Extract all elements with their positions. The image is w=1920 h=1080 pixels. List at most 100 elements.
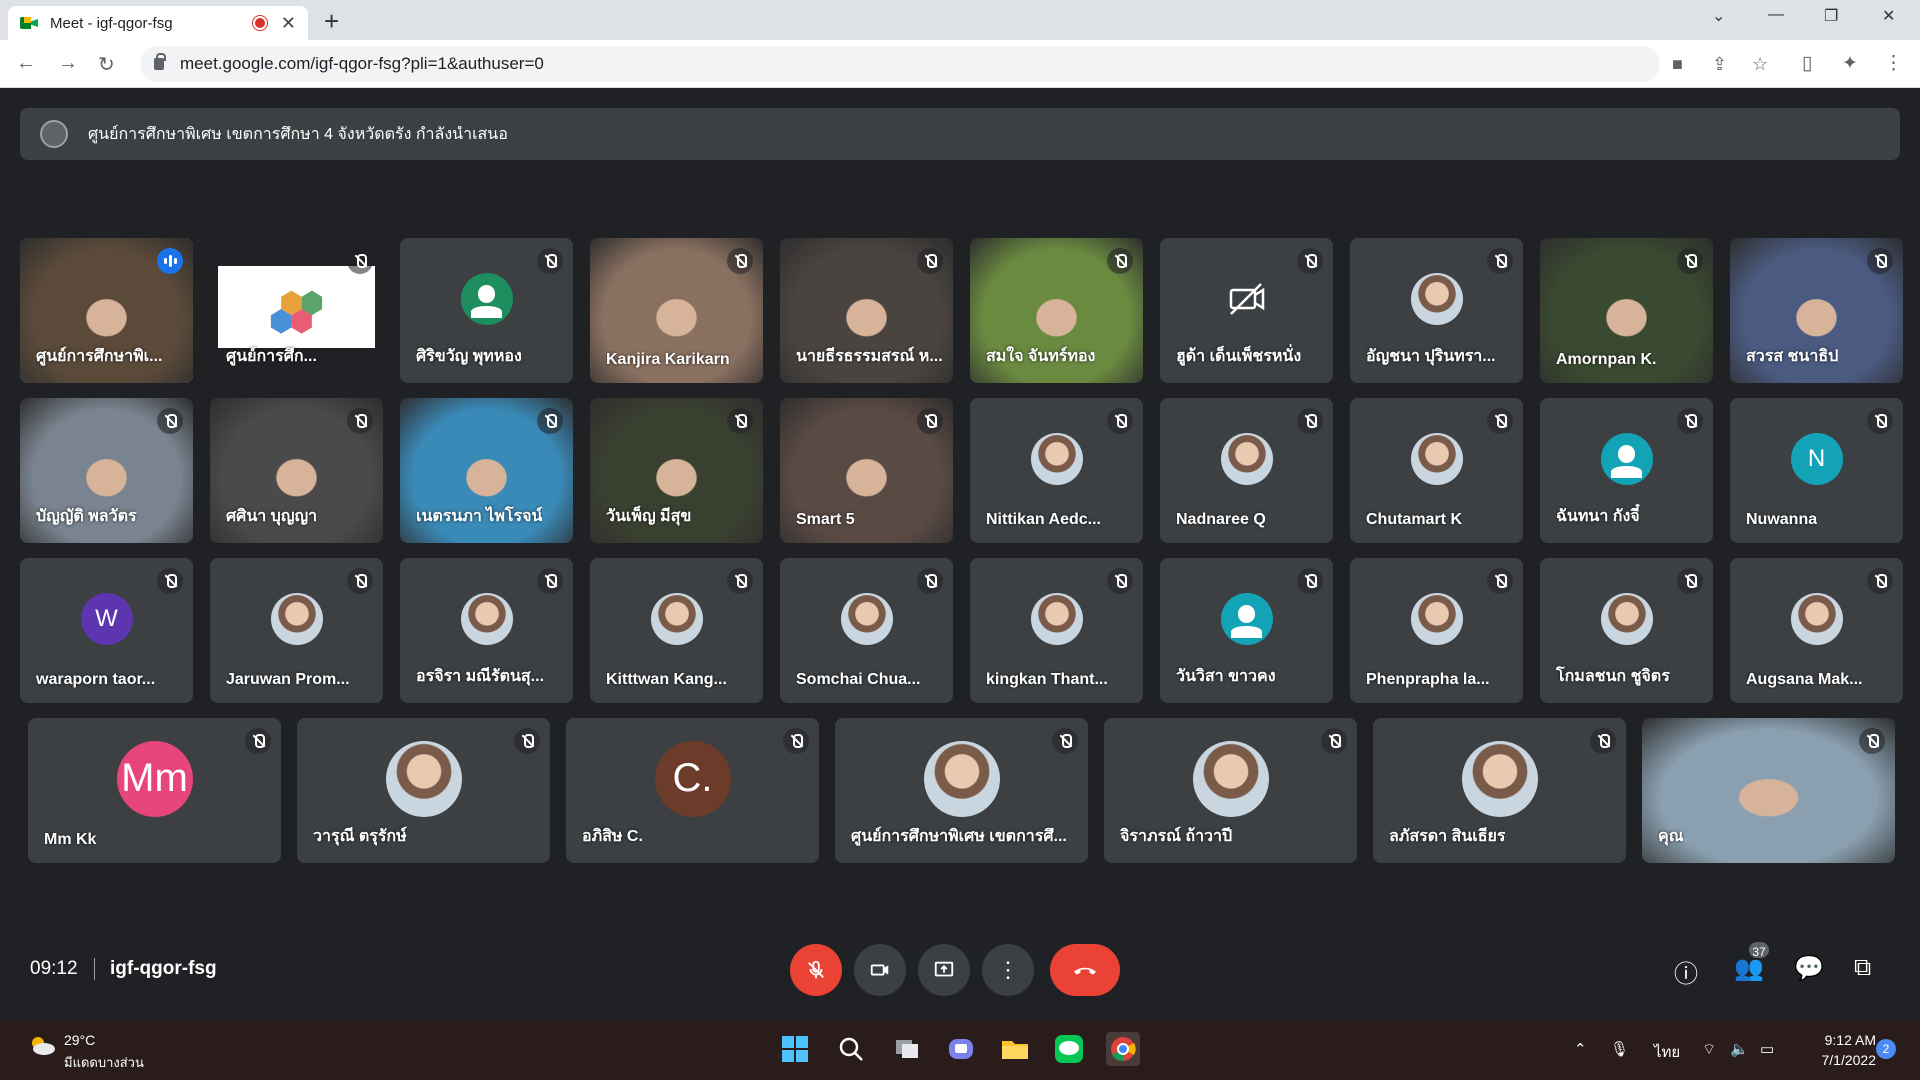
participant-tile[interactable]: ศูนย์การศึกษาพิเศษ เขตการศึ... — [835, 718, 1088, 863]
participant-tile[interactable]: Smart 5 — [780, 398, 953, 543]
mic-muted-icon — [347, 248, 373, 274]
participant-name: Nittikan Aedc... — [986, 511, 1101, 528]
participant-name: Jaruwan Prom... — [226, 671, 350, 688]
camera-icon[interactable]: ■ — [1672, 54, 1683, 75]
teams-chat-icon[interactable] — [944, 1032, 978, 1066]
leave-call-button[interactable] — [1050, 944, 1120, 996]
participant-tile[interactable]: ศูนย์การศึก... — [210, 238, 383, 383]
participant-tile[interactable]: Mm Mm Kk — [28, 718, 281, 863]
search-icon[interactable] — [834, 1032, 868, 1066]
close-window-button[interactable]: ✕ — [1882, 6, 1895, 26]
participant-tile[interactable]: คุณ — [1642, 718, 1895, 863]
participant-tile[interactable]: ศิริขวัญ พุทหอง — [400, 238, 573, 383]
camera-toggle-button[interactable] — [854, 944, 906, 996]
avatar — [1790, 592, 1843, 645]
input-language[interactable]: ไทย — [1654, 1040, 1680, 1064]
new-tab-button[interactable]: + — [324, 6, 339, 37]
lock-icon[interactable] — [154, 53, 166, 70]
partly-sunny-icon — [32, 1037, 55, 1055]
mic-muted-icon — [1859, 728, 1885, 754]
system-time[interactable]: 9:12 AM — [1806, 1032, 1876, 1048]
participant-tile[interactable]: Somchai Chua... — [780, 558, 953, 703]
wifi-icon[interactable]: ⌔ — [1702, 1040, 1716, 1059]
avatar — [1410, 272, 1463, 325]
participant-name: ลภัสรดา สินเธียร — [1389, 828, 1506, 845]
participant-name: Chutamart K — [1366, 511, 1463, 528]
participant-tile[interactable]: วารุณี ตรุรักษ์ — [297, 718, 550, 863]
maximize-button[interactable]: ❐ — [1824, 6, 1838, 26]
minimize-button[interactable]: — — [1768, 6, 1784, 24]
task-view-icon[interactable] — [890, 1032, 924, 1066]
participant-tile[interactable]: Wwaraporn taor... — [20, 558, 193, 703]
participant-tile[interactable]: Phenprapha la... — [1350, 558, 1523, 703]
windows-taskbar: 29°C มีแดดบางส่วน ⌃ 🎙 ไทย ⌔ 🔈 ▭ 9:12 AM … — [0, 1020, 1920, 1080]
participant-tile[interactable]: สวรส ชนาธิป — [1730, 238, 1903, 383]
volume-icon[interactable]: 🔈 — [1730, 1040, 1749, 1058]
participant-tile[interactable]: สมใจ จันทร์ทอง — [970, 238, 1143, 383]
avatar — [1030, 432, 1083, 485]
browser-tab[interactable]: Meet - igf-qgor-fsg ✕ — [8, 6, 308, 40]
url-text[interactable]: meet.google.com/igf-qgor-fsg?pli=1&authu… — [180, 54, 544, 74]
participant-tile[interactable]: นายธีรธรรมสรณ์ ห... — [780, 238, 953, 383]
participant-tile[interactable]: ฮูด้า เด็นเพ็ชรหนั่ง — [1160, 238, 1333, 383]
participant-tile[interactable]: อัญชนา ปุรินทรา... — [1350, 238, 1523, 383]
participant-tile[interactable]: ลภัสรดา สินเธียร — [1373, 718, 1626, 863]
tab-close-icon[interactable]: ✕ — [281, 13, 296, 34]
activities-icon[interactable]: ⧉ — [1854, 954, 1871, 982]
reload-button[interactable]: ↻ — [98, 52, 115, 77]
omnibox[interactable]: meet.google.com/igf-qgor-fsg?pli=1&authu… — [140, 46, 1768, 82]
more-options-button[interactable]: ⋮ — [982, 944, 1034, 996]
participant-tile[interactable]: โกมลชนก ชูจิตร — [1540, 558, 1713, 703]
extensions-icon[interactable]: ✦ — [1842, 52, 1858, 75]
participant-tile[interactable]: Jaruwan Prom... — [210, 558, 383, 703]
participant-tile[interactable]: จิราภรณ์ ถ้าวาปี — [1104, 718, 1357, 863]
back-button[interactable]: ← — [16, 52, 36, 75]
participant-tile[interactable]: ศูนย์การศึกษาพิเ... — [20, 238, 193, 383]
mic-muted-icon — [537, 568, 563, 594]
participant-tile[interactable]: บัญญัติ พลวัตร — [20, 398, 193, 543]
microphone-tray-icon[interactable]: 🎙 — [1610, 1040, 1629, 1058]
participant-tile[interactable]: ฉันทนา กังจี๋ — [1540, 398, 1713, 543]
participant-tile[interactable]: N Nuwanna — [1730, 398, 1903, 543]
forward-button[interactable]: → — [58, 52, 78, 75]
participant-tile[interactable]: ศศินา บุญญา — [210, 398, 383, 543]
start-menu-icon[interactable] — [778, 1032, 812, 1066]
participant-tile[interactable]: Kitttwan Kang... — [590, 558, 763, 703]
mic-muted-icon — [1677, 248, 1703, 274]
present-screen-button[interactable] — [918, 944, 970, 996]
participant-name: บัญญัติ พลวัตร — [36, 508, 137, 525]
participant-tile[interactable]: kingkan Thant... — [970, 558, 1143, 703]
notification-badge[interactable]: 2 — [1876, 1039, 1896, 1059]
share-icon[interactable]: ⇪ — [1712, 54, 1727, 75]
microphone-toggle-button[interactable] — [790, 944, 842, 996]
tab-search-icon[interactable]: ⌄ — [1712, 6, 1725, 26]
participant-tile[interactable]: อรจิรา มณีรัตนสุ... — [400, 558, 573, 703]
participant-tile[interactable]: วันวิสา ขาวคง — [1160, 558, 1333, 703]
meeting-details-icon[interactable]: ⓘ — [1674, 954, 1698, 989]
participant-tile[interactable]: เนตรนภา ไพโรจน์ — [400, 398, 573, 543]
meeting-control-bar: 09:12 igf-qgor-fsg ⋮ ⓘ 👥 37 💬 ⧉ — [0, 940, 1920, 1020]
chrome-app-icon[interactable] — [1106, 1032, 1140, 1066]
chat-icon[interactable]: 💬 — [1794, 954, 1824, 983]
participant-tile[interactable]: Chutamart K — [1350, 398, 1523, 543]
line-app-icon[interactable] — [1052, 1032, 1086, 1066]
participant-tile[interactable]: Kanjira Karikarn — [590, 238, 763, 383]
system-date[interactable]: 7/1/2022 — [1800, 1052, 1877, 1068]
file-explorer-icon[interactable] — [998, 1032, 1032, 1066]
side-panel-icon[interactable]: ▯ — [1802, 52, 1812, 75]
bookmark-star-icon[interactable]: ☆ — [1752, 54, 1768, 75]
participant-tile[interactable]: Nittikan Aedc... — [970, 398, 1143, 543]
show-hidden-icons-icon[interactable]: ⌃ — [1574, 1040, 1587, 1058]
menu-icon[interactable]: ⋮ — [1884, 52, 1903, 75]
mic-muted-icon — [1867, 568, 1893, 594]
participant-tile[interactable]: Amornpan K. — [1540, 238, 1713, 383]
default-avatar-icon — [1220, 592, 1273, 645]
weather-condition: มีแดดบางส่วน — [64, 1055, 144, 1070]
participant-tile[interactable]: Nadnaree Q — [1160, 398, 1333, 543]
participant-tile[interactable]: Augsana Mak... — [1730, 558, 1903, 703]
participant-tile[interactable]: วันเพ็ญ มีสุข — [590, 398, 763, 543]
presenting-text: ศูนย์การศึกษาพิเศษ เขตการศึกษา 4 จังหวัด… — [88, 125, 508, 143]
participant-tile[interactable]: C. อภิสิษ C. — [566, 718, 819, 863]
battery-icon[interactable]: ▭ — [1760, 1040, 1774, 1058]
mic-muted-icon — [1487, 408, 1513, 434]
